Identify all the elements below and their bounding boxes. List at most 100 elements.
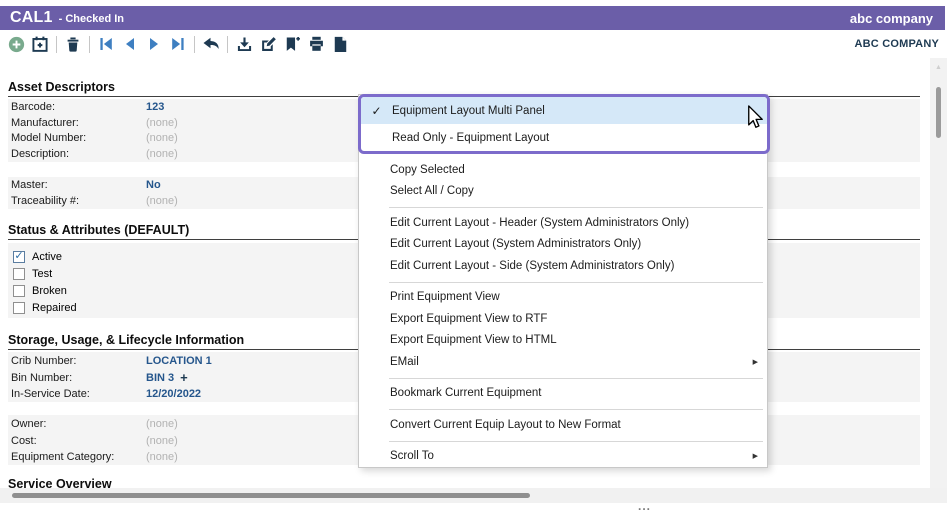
field-label: Master: (8, 179, 146, 191)
field-label: Bin Number: (8, 372, 146, 384)
menu-item-edit-layout-side[interactable]: Edit Current Layout - Side (System Admin… (359, 255, 767, 277)
checkbox-label: Repaired (32, 302, 77, 314)
scroll-up-icon[interactable]: ▲ (930, 64, 947, 71)
menu-item-label: Export Equipment View to RTF (390, 313, 547, 325)
last-record-icon[interactable] (166, 32, 190, 56)
submenu-arrow-icon: ▶ (753, 452, 758, 460)
menu-item-equipment-layout-multi-panel[interactable]: ✓ Equipment Layout Multi Panel (361, 97, 767, 124)
checkbox-test[interactable]: ✓ (13, 268, 25, 280)
context-menu: ✓ Equipment Layout Multi Panel Read Only… (358, 94, 768, 468)
application-window: CAL1 - Checked In abc company (0, 0, 947, 515)
company-name-titlebar: abc company (850, 11, 933, 26)
field-value: LOCATION 1 (146, 355, 212, 367)
field-label: Model Number: (8, 132, 146, 144)
field-label: Crib Number: (8, 355, 146, 367)
checkbox-label: Test (32, 268, 52, 280)
asset-name: CAL1 (10, 9, 53, 27)
menu-item-export-rtf[interactable]: Export Equipment View to RTF (359, 308, 767, 330)
horizontal-scrollbar-thumb[interactable] (12, 493, 530, 498)
menu-item-export-html[interactable]: Export Equipment View to HTML (359, 330, 767, 352)
toolbar: ABC COMPANY (0, 30, 947, 58)
field-label: Description: (8, 148, 146, 160)
menu-separator (359, 436, 767, 446)
menu-item-label: Print Equipment View (390, 291, 500, 303)
company-name-toolbar: ABC COMPANY (855, 38, 940, 50)
field-value: (none) (146, 418, 178, 430)
field-label: In-Service Date: (8, 388, 146, 400)
checkbox-active[interactable]: ✓ (13, 251, 25, 263)
menu-item-label: Equipment Layout Multi Panel (392, 105, 767, 117)
menu-separator (359, 404, 767, 414)
previous-record-icon[interactable] (118, 32, 142, 56)
menu-separator (359, 277, 767, 287)
checkbox-label: Broken (32, 285, 67, 297)
field-value: No (146, 179, 161, 191)
field-value: (none) (146, 117, 178, 129)
menu-item-scroll-to[interactable]: Scroll To ▶ (359, 446, 767, 468)
next-record-icon[interactable] (142, 32, 166, 56)
field-label: Barcode: (8, 101, 146, 113)
edit-icon[interactable] (256, 32, 280, 56)
checkbox-repaired[interactable]: ✓ (13, 302, 25, 314)
check-icon: ✓ (361, 104, 392, 118)
menu-item-label: Export Equipment View to HTML (390, 334, 557, 346)
field-value: (none) (146, 148, 178, 160)
menu-item-copy-selected[interactable]: Copy Selected (359, 159, 767, 181)
field-label: Cost: (8, 435, 146, 447)
calendar-add-icon[interactable] (28, 32, 52, 56)
field-value: (none) (146, 451, 178, 463)
menu-item-convert-layout[interactable]: Convert Current Equip Layout to New Form… (359, 414, 767, 436)
menu-separator (359, 202, 767, 212)
context-menu-items: Copy Selected Select All / Copy Edit Cur… (359, 159, 767, 467)
menu-item-label: Convert Current Equip Layout to New Form… (390, 419, 621, 431)
delete-icon[interactable] (61, 32, 85, 56)
field-value: 123 (146, 101, 164, 113)
menu-item-edit-layout[interactable]: Edit Current Layout (System Administrato… (359, 234, 767, 256)
submenu-arrow-icon: ▶ (753, 358, 758, 366)
field-value: (none) (146, 435, 178, 447)
menu-item-label: Edit Current Layout - Header (System Adm… (390, 217, 689, 229)
download-icon[interactable] (232, 32, 256, 56)
toolbar-separator (227, 36, 228, 53)
field-value: (none) (146, 132, 178, 144)
check-icon: ✓ (14, 249, 23, 262)
add-icon[interactable] (4, 32, 28, 56)
field-label: Equipment Category: (8, 451, 146, 463)
menu-item-label: Read Only - Equipment Layout (392, 132, 767, 144)
toolbar-separator (194, 36, 195, 53)
horizontal-scrollbar[interactable] (0, 488, 947, 503)
mouse-cursor (744, 103, 763, 136)
toolbar-separator (89, 36, 90, 53)
asset-status: - Checked In (59, 13, 124, 25)
menu-item-label: Scroll To (390, 450, 434, 462)
vertical-scrollbar-thumb[interactable] (936, 87, 941, 138)
menu-item-print-equipment-view[interactable]: Print Equipment View (359, 287, 767, 309)
menu-item-bookmark-current-equipment[interactable]: Bookmark Current Equipment (359, 383, 767, 405)
field-label: Manufacturer: (8, 117, 146, 129)
menu-item-label: Bookmark Current Equipment (390, 387, 541, 399)
first-record-icon[interactable] (94, 32, 118, 56)
menu-separator (359, 373, 767, 383)
add-bin-button[interactable]: + (180, 373, 188, 383)
title-bar: CAL1 - Checked In abc company (0, 6, 945, 30)
bookmark-add-icon[interactable] (280, 32, 304, 56)
field-label: Owner: (8, 418, 146, 430)
checkbox-broken[interactable]: ✓ (13, 285, 25, 297)
vertical-scrollbar[interactable]: ▲ (930, 58, 947, 503)
field-value: BIN 3 (146, 372, 174, 384)
menu-item-email[interactable]: EMail ▶ (359, 351, 767, 373)
field-value: 12/20/2022 (146, 388, 201, 400)
menu-item-edit-layout-header[interactable]: Edit Current Layout - Header (System Adm… (359, 212, 767, 234)
resize-grip[interactable]: ... (638, 499, 651, 513)
layout-selection-group: ✓ Equipment Layout Multi Panel Read Only… (358, 94, 770, 154)
menu-item-select-all-copy[interactable]: Select All / Copy (359, 181, 767, 203)
print-icon[interactable] (304, 32, 328, 56)
menu-item-label: Edit Current Layout (System Administrato… (390, 238, 641, 250)
menu-item-label: Select All / Copy (390, 185, 474, 197)
menu-item-read-only-equipment-layout[interactable]: Read Only - Equipment Layout (361, 124, 767, 151)
field-label: Traceability #: (8, 195, 146, 207)
document-icon[interactable] (328, 32, 352, 56)
field-value: (none) (146, 195, 178, 207)
undo-icon[interactable] (199, 32, 223, 56)
menu-item-label: EMail (390, 356, 419, 368)
